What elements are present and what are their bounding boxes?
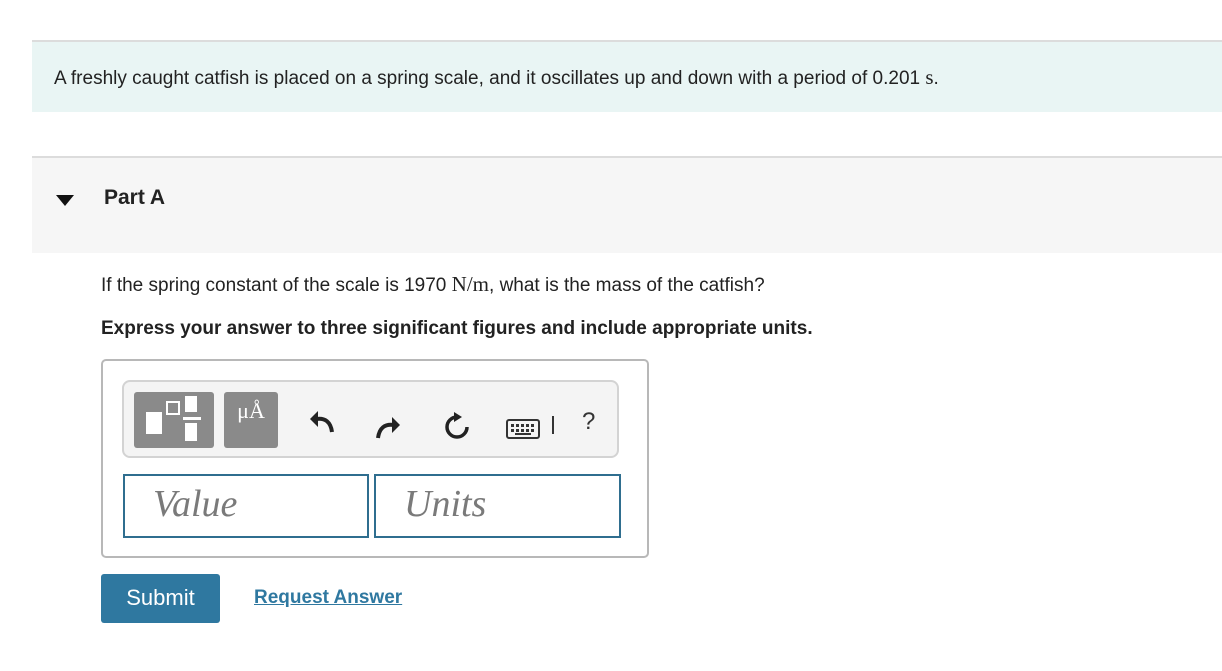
triangle-down-icon[interactable]: [56, 195, 74, 206]
question-text: If the spring constant of the scale is 1…: [101, 272, 765, 297]
submit-button[interactable]: Submit: [101, 574, 220, 623]
reset-icon[interactable]: [442, 412, 472, 442]
units-input[interactable]: Units: [374, 474, 621, 538]
problem-intro: A freshly caught catfish is placed on a …: [32, 40, 1222, 112]
intro-end: .: [933, 68, 939, 89]
instruction-text: Express your answer to three significant…: [101, 318, 813, 339]
request-answer-link[interactable]: Request Answer: [254, 587, 402, 609]
value-input[interactable]: Value: [123, 474, 369, 538]
redo-icon[interactable]: [374, 414, 402, 440]
equation-toolbar: μÅ ?: [122, 380, 619, 458]
keyboard-icon[interactable]: [506, 418, 542, 440]
question-before: If the spring constant of the scale is 1…: [101, 275, 447, 296]
problem-intro-text: A freshly caught catfish is placed on a …: [54, 65, 939, 90]
part-header[interactable]: Part A: [32, 156, 1222, 253]
question-unit: N/m: [451, 272, 490, 296]
intro-text: A freshly caught catfish is placed on a …: [54, 68, 921, 89]
help-button[interactable]: ?: [582, 408, 595, 436]
part-title: Part A: [104, 186, 166, 209]
page: A freshly caught catfish is placed on a …: [0, 0, 1222, 671]
units-button[interactable]: μÅ: [224, 392, 278, 448]
templates-icon: [146, 396, 201, 441]
intro-unit: s: [925, 65, 934, 89]
question-after: , what is the mass of the catfish?: [489, 275, 765, 296]
undo-icon[interactable]: [308, 408, 336, 434]
units-glyph: μÅ: [237, 398, 265, 423]
answer-box: μÅ ? Value Units: [101, 359, 649, 558]
toolbar-separator: [552, 416, 554, 434]
templates-button[interactable]: [134, 392, 214, 448]
